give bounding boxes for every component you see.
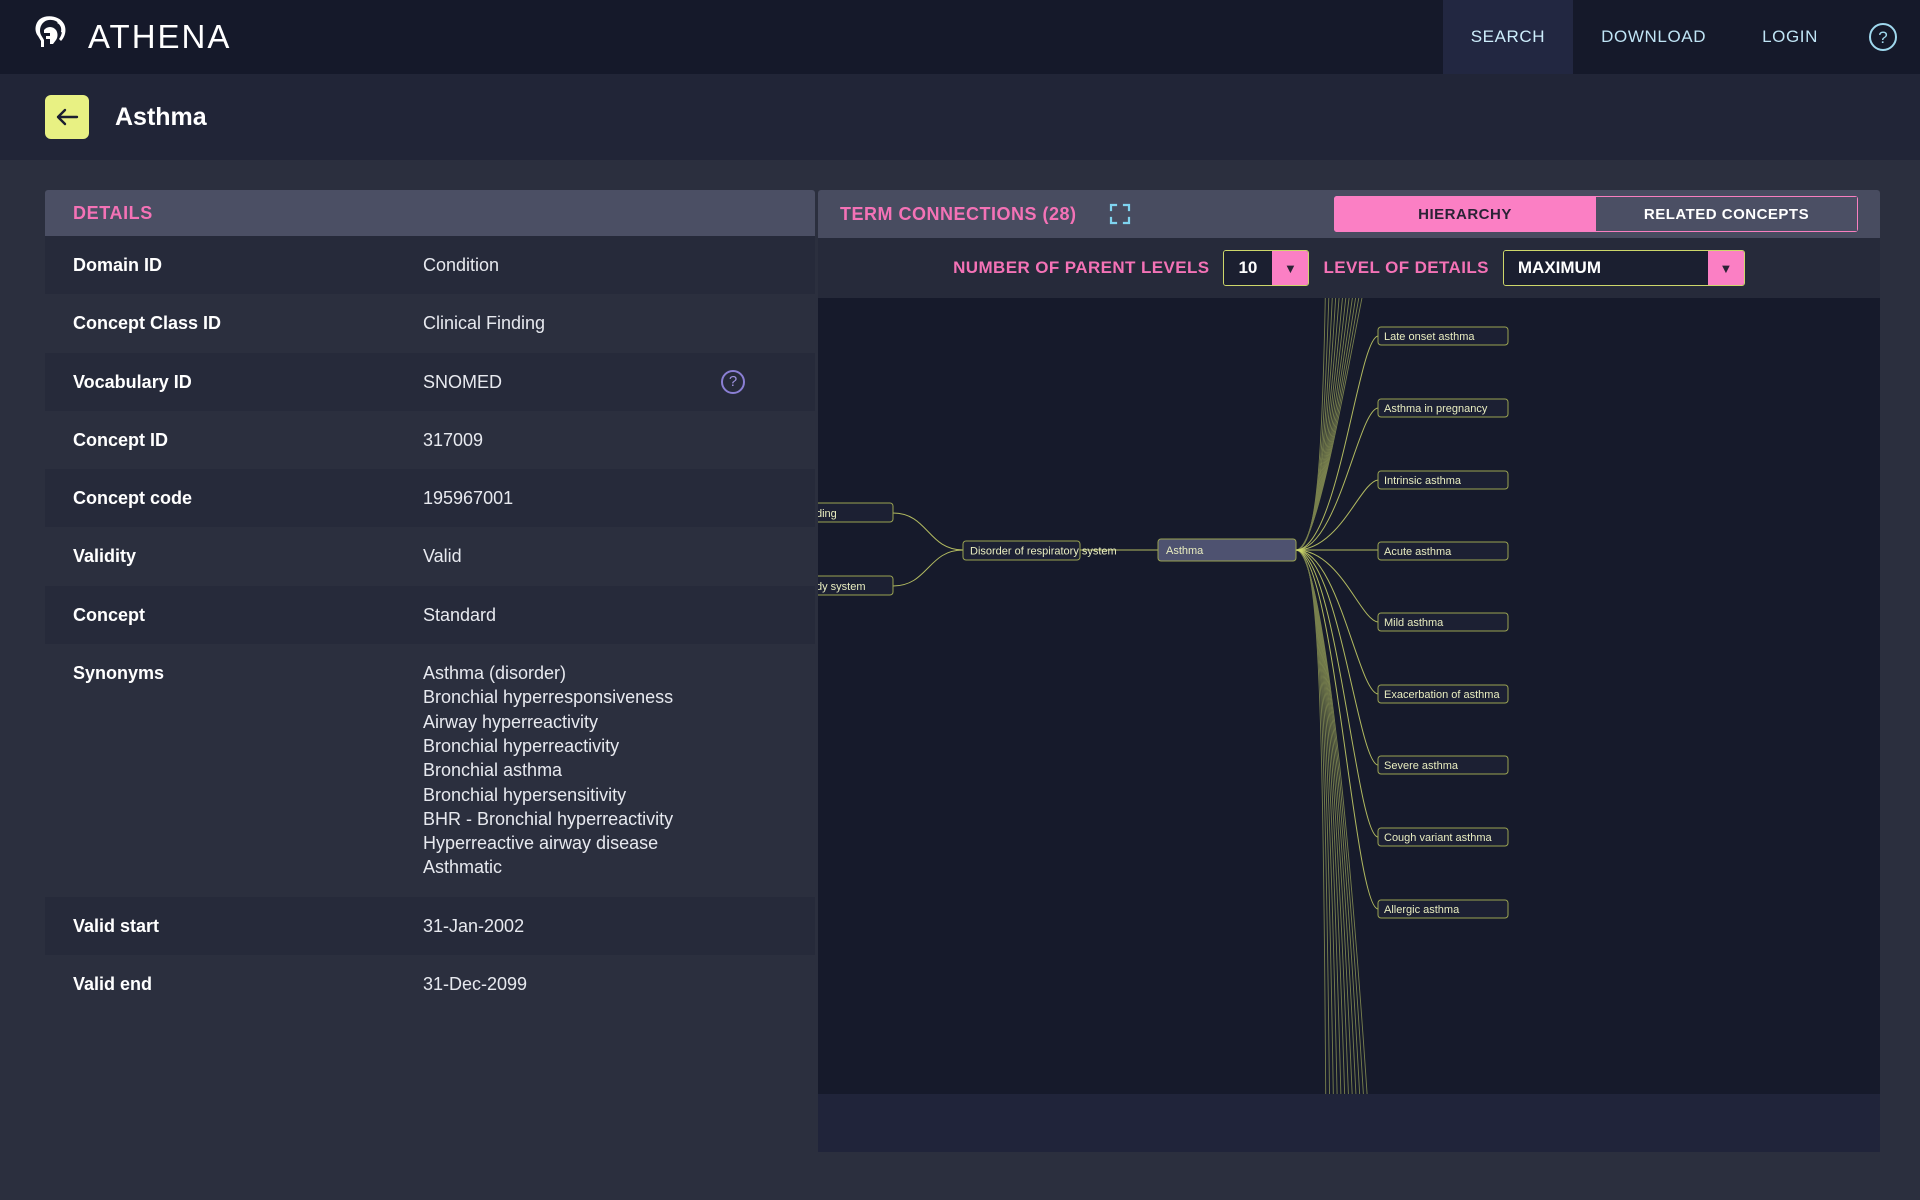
spartan-helmet-icon <box>35 16 66 47</box>
detail-value: Standard <box>423 604 497 625</box>
synonym-item: Bronchial asthma <box>423 760 563 781</box>
level-of-details-label: LEVEL OF DETAILS <box>1323 258 1489 277</box>
detail-key: Concept ID <box>73 429 169 450</box>
graph-panel-footer <box>818 1094 1880 1152</box>
graph-node-label-child-5: Exacerbation of asthma <box>1384 689 1500 701</box>
detail-value: SNOMED <box>423 371 503 392</box>
main-nav: SEARCH DOWNLOAD LOGIN ? <box>1442 0 1920 74</box>
synonym-item: Bronchial hypersensitivity <box>423 784 627 805</box>
detail-row-validity: Validity Valid <box>45 527 815 586</box>
detail-row-concept-code: Concept code 195967001 <box>45 469 815 528</box>
level-of-details-select[interactable]: MAXIMUM ▼ <box>1502 250 1745 286</box>
question-mark-circle-icon: ? <box>1869 23 1897 51</box>
synonym-item: BHR - Bronchial hyperreactivity <box>423 808 674 829</box>
detail-key: Synonyms <box>73 663 165 684</box>
graph-node-label-truncated-2: dy system <box>818 581 866 593</box>
graph-node-label-child-4: Mild asthma <box>1384 617 1444 629</box>
graph-node-label-child-2: Intrinsic asthma <box>1384 475 1462 487</box>
synonym-item: Asthma (disorder) <box>423 663 567 684</box>
detail-value: 31-Jan-2002 <box>423 915 525 936</box>
graph-tab-group: HIERARCHY RELATED CONCEPTS <box>1334 196 1858 232</box>
detail-key: Concept Class ID <box>73 313 222 334</box>
detail-value: Clinical Finding <box>423 313 546 334</box>
detail-key: Validity <box>73 546 137 567</box>
brand-logo[interactable]: ATHENA <box>30 13 231 61</box>
detail-value: Valid <box>423 546 462 567</box>
chevron-down-icon: ▼ <box>1272 251 1309 285</box>
graph-node-label-disorder: Disorder of respiratory system <box>970 546 1117 558</box>
graph-node-label-child-0: Late onset asthma <box>1384 331 1475 343</box>
parent-levels-label: NUMBER OF PARENT LEVELS <box>953 258 1210 277</box>
hierarchy-graph-canvas[interactable]: .edge { stroke:#cdd66a; stroke-width:1; … <box>818 298 1880 1094</box>
graph-node-label-child-7: Cough variant asthma <box>1384 832 1492 844</box>
back-button[interactable] <box>45 95 89 139</box>
fullscreen-expand-icon[interactable] <box>1109 203 1131 225</box>
detail-value: 317009 <box>423 429 484 450</box>
tab-related-concepts[interactable]: RELATED CONCEPTS <box>1596 196 1858 232</box>
graph-node-label-truncated-1: ding <box>818 508 837 520</box>
detail-key: Valid start <box>73 915 160 936</box>
details-header-label: DETAILS <box>73 202 153 223</box>
detail-value-synonyms: Asthma (disorder) Bronchial hyperrespons… <box>423 661 787 880</box>
graph-node-label-asthma-focus: Asthma <box>1166 545 1204 557</box>
detail-row-valid-start: Valid start 31-Jan-2002 <box>45 896 815 956</box>
term-connections-panel: TERM CONNECTIONS (28) HIERARCHY RELATED … <box>818 190 1880 1152</box>
term-connections-header: TERM CONNECTIONS (28) HIERARCHY RELATED … <box>818 190 1880 238</box>
detail-row-concept-id: Concept ID 317009 <box>45 410 815 470</box>
hierarchy-graph-svg: .edge { stroke:#cdd66a; stroke-width:1; … <box>818 298 1509 1094</box>
graph-node-label-child-6: Severe asthma <box>1384 760 1459 772</box>
detail-key: Concept code <box>73 488 193 509</box>
page-subheader: Asthma <box>0 74 1920 160</box>
detail-row-concept-class-id: Concept Class ID Clinical Finding <box>45 294 815 353</box>
synonym-item: Hyperreactive airway disease <box>423 833 659 854</box>
nav-item-search[interactable]: SEARCH <box>1442 0 1574 74</box>
parent-levels-value: 10 <box>1224 251 1273 285</box>
graph-node-label-child-1: Asthma in pregnancy <box>1384 403 1488 415</box>
graph-node-label-child-3: Acute asthma <box>1384 546 1452 558</box>
synonym-item: Airway hyperreactivity <box>423 711 599 732</box>
synonym-item: Bronchial hyperresponsiveness <box>423 687 674 708</box>
detail-row-vocabulary-id: Vocabulary ID SNOMED ? <box>45 352 815 411</box>
detail-key: Concept <box>73 604 145 625</box>
graph-controls-bar: NUMBER OF PARENT LEVELS 10 ▼ LEVEL OF DE… <box>818 238 1880 298</box>
synonym-item: Asthmatic <box>423 857 503 878</box>
term-connections-title: TERM CONNECTIONS (28) <box>840 203 1077 224</box>
detail-key: Domain ID <box>73 255 163 275</box>
brand-name: ATHENA <box>88 18 232 55</box>
tab-hierarchy[interactable]: HIERARCHY <box>1334 196 1596 232</box>
details-panel: DETAILS Domain ID Condition Concept Clas… <box>45 190 815 1014</box>
detail-row-synonyms: Synonyms Asthma (disorder) Bronchial hyp… <box>45 644 815 897</box>
nav-item-login[interactable]: LOGIN <box>1734 0 1846 74</box>
synonym-item: Bronchial hyperreactivity <box>423 735 620 756</box>
details-panel-header: DETAILS <box>45 190 815 236</box>
vocabulary-help-icon[interactable]: ? <box>721 369 745 394</box>
page-title: Asthma <box>115 102 207 131</box>
graph-node-label-child-8: Allergic asthma <box>1384 904 1460 916</box>
detail-key: Vocabulary ID <box>73 371 192 392</box>
detail-value: 31-Dec-2099 <box>423 974 528 995</box>
detail-row-domain-id: Domain ID Condition <box>45 236 815 295</box>
detail-row-valid-end: Valid end 31-Dec-2099 <box>45 955 815 1014</box>
detail-key: Valid end <box>73 974 153 995</box>
detail-row-concept: Concept Standard <box>45 585 815 645</box>
level-of-details-value: MAXIMUM <box>1503 251 1708 285</box>
back-arrow-icon <box>56 108 79 126</box>
detail-value: 195967001 <box>423 488 514 509</box>
top-navigation-bar: ATHENA SEARCH DOWNLOAD LOGIN ? <box>0 0 1920 74</box>
help-button[interactable]: ? <box>1846 0 1920 74</box>
detail-value: Condition <box>423 255 500 275</box>
nav-item-download[interactable]: DOWNLOAD <box>1573 0 1734 74</box>
chevron-down-icon: ▼ <box>1707 251 1744 285</box>
parent-levels-select[interactable]: 10 ▼ <box>1223 250 1310 286</box>
